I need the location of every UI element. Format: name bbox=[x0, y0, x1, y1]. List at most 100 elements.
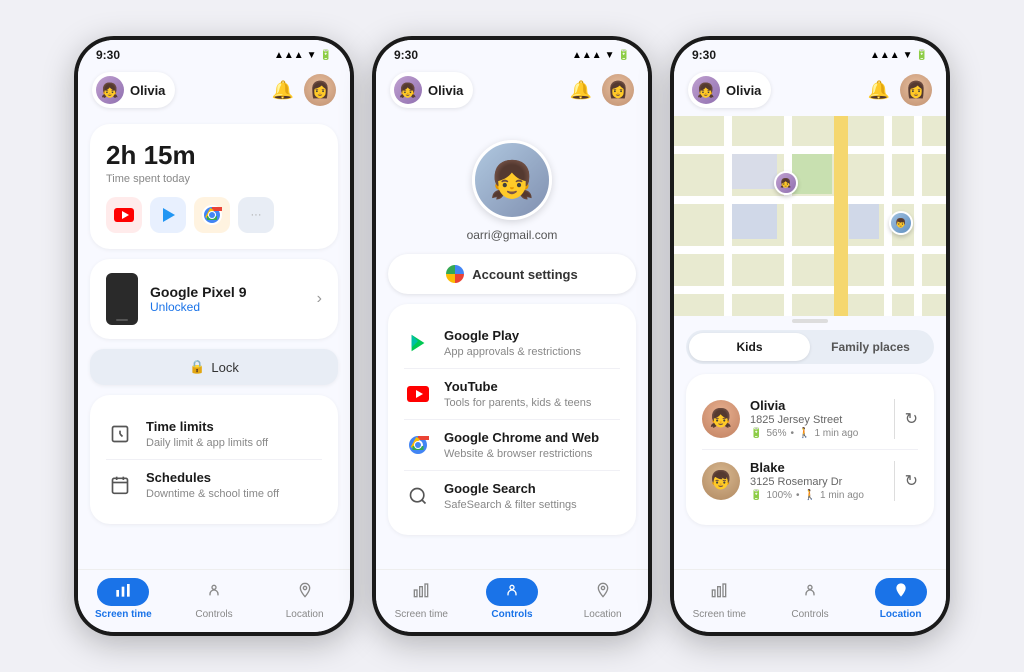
nav-screen-time-2[interactable]: Screen time bbox=[391, 578, 451, 620]
refresh-icon-olivia[interactable]: ↻ bbox=[905, 409, 918, 429]
nav-controls-label-3: Controls bbox=[791, 609, 828, 620]
search-text: Google Search SafeSearch & filter settin… bbox=[444, 481, 620, 511]
status-icons-3: ▲▲▲ ▼ 🔋 bbox=[870, 50, 928, 61]
nav-controls-icon-wrap-3 bbox=[784, 578, 836, 606]
blake-battery: 100% bbox=[766, 490, 792, 501]
olivia-info: Olivia 1825 Jersey Street 🔋 56% • 🚶 1 mi… bbox=[750, 398, 884, 439]
user-name-1: Olivia bbox=[130, 83, 165, 98]
youtube-app-icon[interactable] bbox=[106, 197, 142, 233]
search-title: Google Search bbox=[444, 481, 620, 498]
nav-location-1[interactable]: Location bbox=[275, 578, 335, 620]
avatar-3: 👧 bbox=[692, 76, 720, 104]
parent-avatar-2[interactable]: 👩 bbox=[602, 74, 634, 106]
parent-avatar-1[interactable]: 👩 bbox=[304, 74, 336, 106]
phone-1: 9:30 ▲▲▲ ▼ 🔋 👧 Olivia 🔔 👩 bbox=[74, 36, 354, 636]
profile-section: 👧 oarri@gmail.com bbox=[388, 124, 636, 254]
map-building-3 bbox=[849, 204, 879, 239]
nav-controls-label-2: Controls bbox=[491, 609, 532, 620]
dot-sep-blake: • bbox=[796, 490, 800, 501]
blake-address: 3125 Rosemary Dr bbox=[750, 476, 884, 488]
wifi-icon-1: ▼ bbox=[307, 50, 317, 61]
nav-controls-1[interactable]: Controls bbox=[184, 578, 244, 620]
status-bar-3: 9:30 ▲▲▲ ▼ 🔋 bbox=[674, 40, 946, 66]
screen-time-nav-icon-3 bbox=[711, 582, 727, 603]
user-name-2: Olivia bbox=[428, 83, 463, 98]
user-name-3: Olivia bbox=[726, 83, 761, 98]
map-building-2 bbox=[732, 154, 777, 189]
youtube-title: YouTube bbox=[444, 379, 620, 396]
user-chip-2[interactable]: 👧 Olivia bbox=[390, 72, 473, 108]
youtube-sub: Tools for parents, kids & teens bbox=[444, 397, 620, 409]
signal-icon-3: ▲▲▲ bbox=[870, 50, 900, 61]
google-play-item[interactable]: Google Play App approvals & restrictions bbox=[404, 318, 620, 369]
schedules-icon bbox=[106, 471, 134, 499]
screen-time-nav-icon-1 bbox=[115, 582, 131, 603]
chrome-app-icon[interactable] bbox=[194, 197, 230, 233]
chrome-item[interactable]: Google Chrome and Web Website & browser … bbox=[404, 420, 620, 471]
loc-divider-blake bbox=[894, 461, 895, 501]
nav-controls-2[interactable]: Controls bbox=[482, 578, 542, 620]
app-icons-row: ··· bbox=[106, 197, 322, 233]
device-card[interactable]: Google Pixel 9 Unlocked › bbox=[90, 259, 338, 339]
nav-location-label-3: Location bbox=[880, 609, 922, 620]
play-app-icon[interactable] bbox=[150, 197, 186, 233]
blake-name: Blake bbox=[750, 460, 884, 475]
nav-screen-time-label-1: Screen time bbox=[95, 609, 152, 620]
status-bar-2: 9:30 ▲▲▲ ▼ 🔋 bbox=[376, 40, 648, 66]
search-item[interactable]: Google Search SafeSearch & filter settin… bbox=[404, 471, 620, 521]
nav-screen-time-1[interactable]: Screen time bbox=[93, 578, 153, 620]
phone-2: 9:30 ▲▲▲ ▼ 🔋 👧 Olivia 🔔 👩 bbox=[372, 36, 652, 636]
segment-control: Kids Family places bbox=[686, 330, 934, 364]
google-play-icon bbox=[404, 329, 432, 357]
screen-content-1: 2h 15m Time spent today bbox=[78, 116, 350, 569]
lock-button[interactable]: 🔒 Lock bbox=[90, 349, 338, 385]
schedules-sub: Downtime & school time off bbox=[146, 488, 322, 500]
bottom-nav-2: Screen time Controls bbox=[376, 569, 648, 632]
youtube-text: YouTube Tools for parents, kids & teens bbox=[444, 379, 620, 409]
nav-controls-3[interactable]: Controls bbox=[780, 578, 840, 620]
more-apps[interactable]: ··· bbox=[238, 197, 274, 233]
time-limits-item[interactable]: Time limits Daily limit & app limits off bbox=[106, 409, 322, 460]
map-road-h1 bbox=[674, 146, 946, 154]
family-places-tab[interactable]: Family places bbox=[810, 333, 931, 361]
avatar-2: 👧 bbox=[394, 76, 422, 104]
screen-time-card: 2h 15m Time spent today bbox=[90, 124, 338, 249]
nav-screen-time-3[interactable]: Screen time bbox=[689, 578, 749, 620]
user-chip-3[interactable]: 👧 Olivia bbox=[688, 72, 771, 108]
nav-location-2[interactable]: Location bbox=[573, 578, 633, 620]
parent-avatar-3[interactable]: 👩 bbox=[900, 74, 932, 106]
nav-location-3[interactable]: Location bbox=[871, 578, 931, 620]
nav-screen-time-icon-wrap-3 bbox=[693, 578, 745, 606]
wifi-icon-2: ▼ bbox=[605, 50, 615, 61]
blake-status: 🔋 100% • 🚶 1 min ago bbox=[750, 490, 884, 501]
olivia-location-item[interactable]: 👧 Olivia 1825 Jersey Street 🔋 56% • 🚶 1 … bbox=[702, 388, 918, 450]
kids-tab[interactable]: Kids bbox=[689, 333, 810, 361]
device-status: Unlocked bbox=[150, 300, 305, 314]
youtube-item[interactable]: YouTube Tools for parents, kids & teens bbox=[404, 369, 620, 420]
time-sub: Time spent today bbox=[106, 173, 322, 185]
olivia-battery: 56% bbox=[766, 428, 786, 439]
blake-avatar: 👦 bbox=[702, 462, 740, 500]
battery-icon-1: 🔋 bbox=[320, 50, 332, 61]
avatar-1: 👧 bbox=[96, 76, 124, 104]
bottom-nav-1: Screen time Controls bbox=[78, 569, 350, 632]
battery-icon-blake: 🔋 bbox=[750, 490, 762, 501]
bell-icon-2[interactable]: 🔔 bbox=[570, 80, 592, 101]
status-time-1: 9:30 bbox=[96, 48, 120, 62]
device-name: Google Pixel 9 bbox=[150, 284, 305, 300]
controls-nav-icon-1 bbox=[206, 582, 222, 603]
battery-icon-2: 🔋 bbox=[618, 50, 630, 61]
screen-time-nav-icon-2 bbox=[413, 582, 429, 603]
user-chip-1[interactable]: 👧 Olivia bbox=[92, 72, 175, 108]
nav-location-label-1: Location bbox=[286, 609, 324, 620]
schedules-item[interactable]: Schedules Downtime & school time off bbox=[106, 460, 322, 510]
refresh-icon-blake[interactable]: ↻ bbox=[905, 471, 918, 491]
chrome-title: Google Chrome and Web bbox=[444, 430, 620, 447]
map-building-1 bbox=[732, 204, 777, 239]
blake-location-item[interactable]: 👦 Blake 3125 Rosemary Dr 🔋 100% • 🚶 1 mi… bbox=[702, 450, 918, 511]
nav-screen-time-icon-wrap-1 bbox=[97, 578, 149, 606]
bell-icon-3[interactable]: 🔔 bbox=[868, 80, 890, 101]
bell-icon-1[interactable]: 🔔 bbox=[272, 80, 294, 101]
map-pin-blake: 👦 bbox=[889, 211, 913, 235]
account-settings-button[interactable]: Account settings bbox=[388, 254, 636, 294]
